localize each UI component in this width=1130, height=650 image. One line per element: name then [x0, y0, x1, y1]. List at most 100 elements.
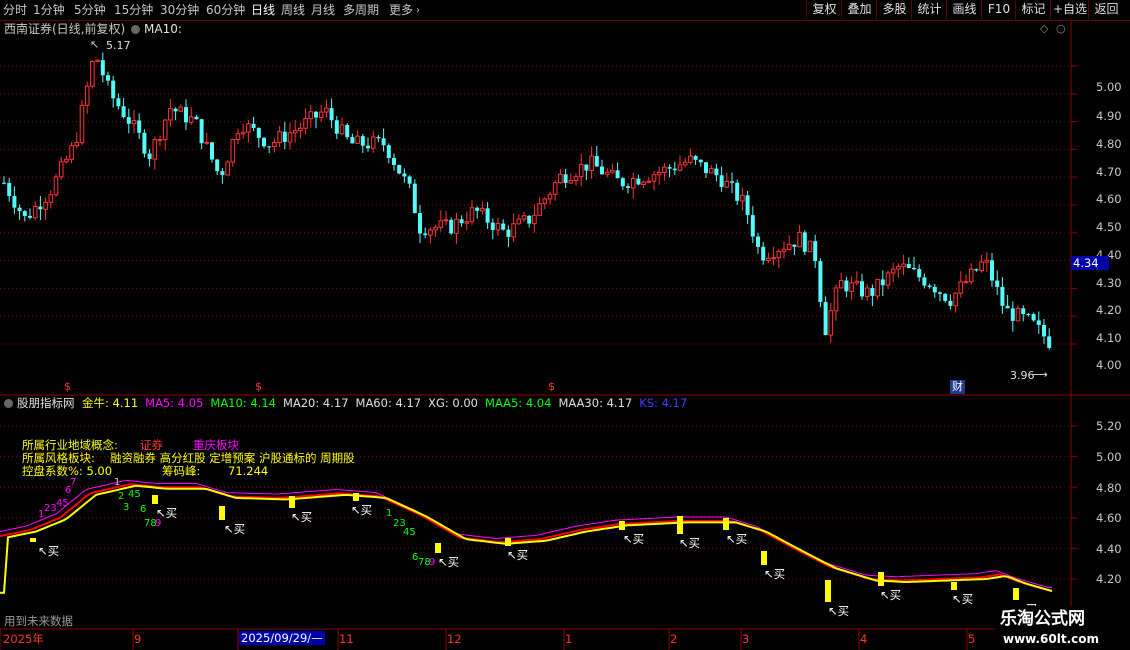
- region-value: 重庆板块: [193, 438, 239, 452]
- candle-body: [626, 186, 630, 188]
- tab-60min[interactable]: 60分钟: [206, 2, 245, 18]
- dividend-marker[interactable]: $: [255, 380, 262, 394]
- candle-body: [126, 117, 131, 124]
- candle-body: [854, 280, 860, 284]
- buy-signal-bar: [825, 580, 831, 602]
- candle-body: [917, 269, 922, 278]
- candle-body: [610, 169, 615, 173]
- sequence-digits: 45: [128, 489, 141, 500]
- candle-body: [111, 80, 116, 99]
- statistics-button[interactable]: 统计: [911, 0, 947, 19]
- candle-body: [552, 182, 558, 195]
- candle-body: [225, 161, 230, 176]
- candle-body: [698, 159, 703, 163]
- dividend-marker[interactable]: $: [548, 380, 555, 394]
- sequence-digits: 45: [403, 527, 416, 538]
- candle-body: [948, 300, 953, 306]
- overlay-button[interactable]: 叠加: [841, 0, 877, 19]
- tab-5min[interactable]: 5分钟: [74, 2, 106, 18]
- sequence-digits: 9: [155, 518, 162, 529]
- fuquan-button[interactable]: 复权: [806, 0, 842, 19]
- style-label: 所属风格板块:: [22, 451, 95, 465]
- candle-body: [480, 207, 485, 212]
- chevron-right-icon[interactable]: ›: [416, 3, 420, 19]
- candle-body: [833, 287, 839, 312]
- candle-body: [64, 158, 69, 163]
- candle-body: [630, 178, 636, 189]
- candle-body: [194, 116, 199, 120]
- candle-body: [215, 159, 220, 172]
- candle-body: [849, 282, 854, 292]
- candle-body: [184, 107, 188, 123]
- tab-monthly[interactable]: 月线: [311, 2, 335, 18]
- buy-signal-bar: [353, 493, 359, 501]
- tab-multi-period[interactable]: 多周期: [343, 2, 379, 18]
- candle-body: [906, 263, 911, 268]
- circle-icon[interactable]: ○: [1056, 22, 1066, 36]
- tab-more[interactable]: 更多: [389, 2, 413, 18]
- candle-body: [766, 257, 771, 262]
- indicator-value: MAA30: 4.17: [558, 396, 633, 410]
- finance-badge[interactable]: 财: [950, 380, 965, 394]
- candle-body: [646, 180, 652, 183]
- buy-signal-bar: [435, 543, 441, 553]
- candle-body: [230, 139, 236, 163]
- dividend-marker[interactable]: $: [64, 380, 71, 394]
- candle-body: [979, 261, 984, 271]
- tab-daily[interactable]: 日线: [251, 2, 275, 18]
- candle-body: [173, 108, 178, 112]
- tab-30min[interactable]: 30分钟: [160, 2, 199, 18]
- candle-body: [240, 131, 246, 135]
- tab-1min[interactable]: 1分钟: [33, 2, 65, 18]
- candle-body: [69, 145, 74, 160]
- candle-body: [688, 155, 693, 163]
- candle-body: [251, 123, 256, 129]
- add-favorite-button[interactable]: +自选: [1050, 0, 1089, 19]
- candle-body: [28, 215, 32, 218]
- buy-label: ↖买: [764, 567, 786, 581]
- candle-body: [693, 156, 698, 160]
- indicator-value: MA5: 4.05: [145, 396, 204, 410]
- back-button[interactable]: 返回: [1088, 0, 1124, 19]
- settings-icon[interactable]: [131, 25, 140, 34]
- candle-body: [22, 211, 27, 216]
- candle-body: [516, 218, 522, 225]
- candle-body: [38, 206, 43, 210]
- candle-body: [1010, 308, 1015, 321]
- buy-signal-bar: [951, 582, 957, 590]
- indicator-values: 金牛: 4.11 MA5: 4.05 MA10: 4.14 MA20: 4.17 MA6…: [82, 396, 694, 410]
- draw-line-button[interactable]: 画线: [946, 0, 982, 19]
- f10-button[interactable]: F10: [981, 0, 1016, 19]
- mark-button[interactable]: 标记: [1015, 0, 1051, 19]
- buy-signal-bar: [505, 538, 511, 546]
- buy-signal-bar: [30, 538, 36, 542]
- candle-body: [339, 124, 345, 135]
- candle-body: [838, 280, 844, 289]
- candle-body: [521, 215, 527, 220]
- tab-weekly[interactable]: 周线: [281, 2, 305, 18]
- candle-body: [79, 104, 85, 144]
- candle-body: [641, 181, 646, 185]
- buy-signal-bar: [878, 572, 884, 586]
- candle-body: [615, 170, 620, 179]
- candle-body: [813, 241, 818, 262]
- candle-body: [397, 165, 402, 174]
- tab-15min[interactable]: 15分钟: [114, 2, 153, 18]
- candle-body: [511, 223, 516, 238]
- tab-fenshi[interactable]: 分时: [3, 2, 27, 18]
- settings-icon[interactable]: [4, 399, 13, 408]
- indicator-value: KS: 4.17: [639, 396, 688, 410]
- candle-body: [600, 166, 604, 175]
- candle-body: [490, 222, 495, 231]
- price-tick: 4.20: [1096, 303, 1122, 317]
- candle-body: [329, 108, 334, 121]
- buy-label: ↖买: [438, 555, 460, 569]
- multi-stock-button[interactable]: 多股: [876, 0, 912, 19]
- stock-chart-canvas[interactable]: [0, 21, 1130, 650]
- diamond-icon[interactable]: ◇: [1040, 22, 1048, 36]
- candle-body: [443, 219, 449, 222]
- chip-value: 71.244: [228, 464, 269, 478]
- candle-body: [594, 156, 599, 167]
- candle-body: [334, 120, 339, 134]
- candle-body: [724, 180, 730, 188]
